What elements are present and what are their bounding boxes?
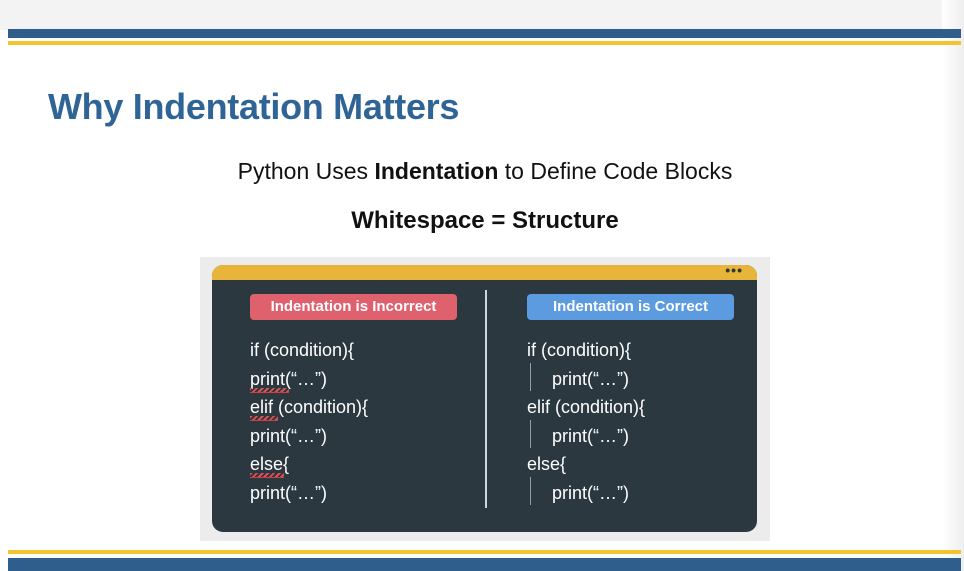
subtitle-text-bold: Indentation <box>374 158 499 184</box>
incorrect-badge: Indentation is Incorrect <box>250 294 457 320</box>
incorrect-code-line-6: print(“…”) <box>250 483 327 503</box>
error-underline <box>250 416 278 421</box>
incorrect-code-line-1: if (condition){ <box>250 340 355 360</box>
incorrect-code-line-3: elif (condition){ <box>250 397 369 417</box>
slide-tagline: Whitespace = Structure <box>351 207 619 234</box>
incorrect-code-line-4: print(“…”) <box>250 426 327 446</box>
page-right-shadow <box>942 0 964 571</box>
incorrect-code-line-2: print(“…”) <box>250 369 327 389</box>
error-underline <box>250 473 284 478</box>
error-underline <box>250 388 289 393</box>
incorrect-code-line-5: else{ <box>250 454 290 474</box>
slide-title: Why Indentation Matters <box>48 86 460 127</box>
subtitle-text-post: to Define Code Blocks <box>498 158 733 184</box>
bottom-blue-bar <box>8 558 961 571</box>
top-blue-bar <box>8 29 961 38</box>
more-dots-icon: ••• <box>725 265 743 278</box>
correct-code-line-3: elif (condition){ <box>527 397 646 417</box>
column-divider <box>485 290 487 508</box>
slide-subtitle: Python Uses Indentation to Define Code B… <box>0 158 964 185</box>
subtitle-text-pre: Python Uses <box>237 158 375 184</box>
indent-guide <box>530 420 531 448</box>
code-window: ••• Indentation is Incorrect if (conditi… <box>212 265 757 532</box>
bottom-yellow-bar <box>8 550 961 554</box>
correct-code-line-1: if (condition){ <box>527 340 632 360</box>
indentation-figure: ••• Indentation is Incorrect if (conditi… <box>200 257 770 541</box>
correct-badge: Indentation is Correct <box>527 294 734 320</box>
correct-code-line-6: print(“…”) <box>552 483 629 503</box>
window-title-bar: ••• <box>212 265 757 280</box>
page-top-margin <box>0 0 964 30</box>
correct-code-line-2: print(“…”) <box>552 369 629 389</box>
indent-guide <box>530 477 531 505</box>
top-yellow-bar <box>8 41 961 45</box>
indent-guide <box>530 363 531 391</box>
correct-code-line-5: else{ <box>527 454 567 474</box>
correct-code-line-4: print(“…”) <box>552 426 629 446</box>
